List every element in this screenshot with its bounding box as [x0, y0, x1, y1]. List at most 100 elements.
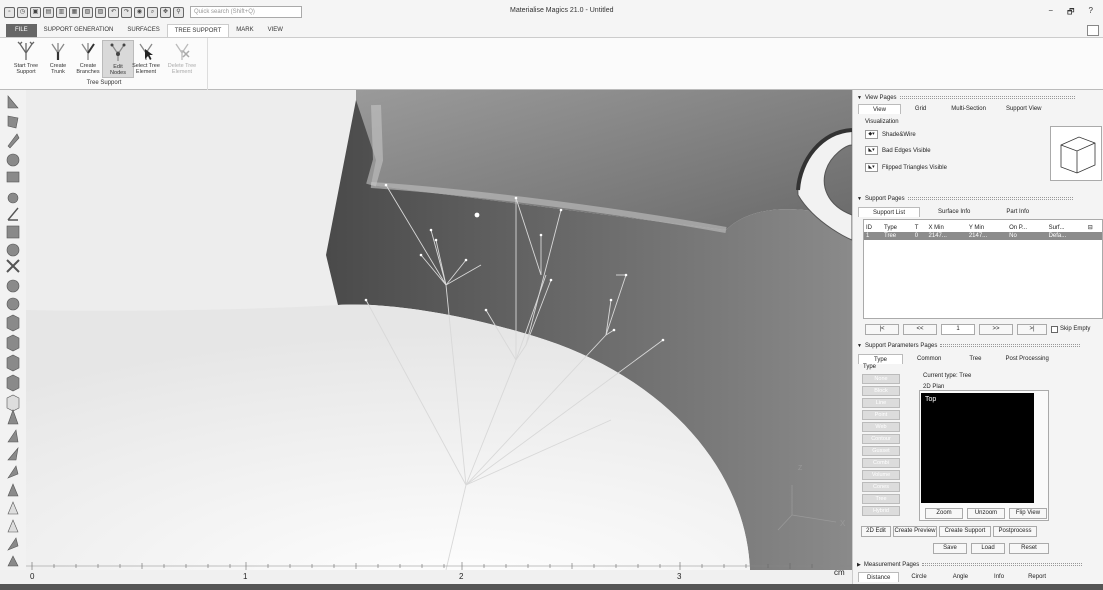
line-support-icon[interactable] [7, 95, 19, 109]
triangle-icon-7[interactable] [7, 519, 19, 533]
tab-angle[interactable]: Angle [939, 572, 982, 582]
tab-distance[interactable]: Distance [858, 572, 900, 582]
flipped-triangles-icon[interactable]: ◣▾ [865, 163, 878, 172]
create-preview-button[interactable]: Create Preview [893, 526, 937, 537]
export-icon[interactable]: ▦ [69, 6, 80, 18]
flip-view-button[interactable]: Flip View [1009, 508, 1047, 519]
platform-icon[interactable]: ▧ [82, 6, 93, 18]
type-cones-button[interactable]: Cones [862, 482, 900, 492]
cube-icon-3[interactable] [6, 354, 20, 372]
type-gusset-button[interactable]: Gusset [862, 446, 900, 456]
web-support-icon[interactable] [6, 153, 20, 167]
type-block-button[interactable]: Block [862, 386, 900, 396]
type-none-button[interactable]: None [862, 374, 900, 384]
type-volume-button[interactable]: Volume [862, 470, 900, 480]
type-hybrid-button[interactable]: Hybrid [862, 506, 900, 516]
view-pages-header[interactable]: ▼ View Pages [857, 93, 1075, 102]
col-ymin[interactable]: Y Min [967, 223, 1007, 232]
type-line-button[interactable]: Line [862, 398, 900, 408]
unzoom-button[interactable]: Unzoom [967, 508, 1005, 519]
col-menu-icon[interactable]: ⊟ [1086, 223, 1102, 232]
last-page-button[interactable]: >| [1017, 324, 1047, 335]
type-contour-button[interactable]: Contour [862, 434, 900, 444]
tab-mark[interactable]: MARK [229, 24, 260, 37]
combi-icon[interactable] [7, 207, 19, 221]
first-page-button[interactable]: |< [865, 324, 899, 335]
shade-wire-row[interactable]: ◆▾ Shade&Wire [865, 130, 916, 139]
help-icon[interactable] [1087, 25, 1099, 36]
type-tree-button[interactable]: Tree [862, 494, 900, 504]
undo-icon[interactable]: ↶ [108, 6, 119, 18]
next-page-button[interactable]: >> [979, 324, 1013, 335]
cube-icon-4[interactable] [6, 374, 20, 392]
tab-common[interactable]: Common [903, 354, 955, 364]
type-web-button[interactable]: Web [862, 422, 900, 432]
select-tree-element-button[interactable]: Select Tree Element [130, 40, 162, 78]
pan-icon[interactable]: ✥ [160, 6, 171, 18]
tab-surface-info[interactable]: Surface Info [920, 207, 988, 217]
postprocess-button[interactable]: Postprocess [993, 526, 1037, 537]
col-xmin[interactable]: X Min [927, 223, 967, 232]
zoom-button[interactable]: Zoom [925, 508, 963, 519]
3d-viewport[interactable]: Z X [26, 90, 852, 570]
view-cube[interactable] [1050, 126, 1102, 181]
minimize-button[interactable]: − [1048, 6, 1053, 20]
save-icon[interactable]: ▣ [30, 6, 41, 18]
prev-page-button[interactable]: << [903, 324, 937, 335]
cone-icon[interactable] [6, 243, 20, 257]
gusset-icon[interactable] [7, 192, 19, 204]
2d-plan-view[interactable]: Top [921, 393, 1034, 503]
tab-view-page[interactable]: View [858, 104, 901, 114]
close-button[interactable]: ? [1089, 6, 1093, 20]
page-number-input[interactable]: 1 [941, 324, 975, 335]
support-params-header[interactable]: ▼ Support Parameters Pages [857, 341, 1081, 350]
bad-edges-row[interactable]: ◣▾ Bad Edges Visible [865, 146, 931, 155]
flipped-triangles-row[interactable]: ◣▾ Flipped Triangles Visible [865, 163, 947, 172]
tab-post-processing[interactable]: Post Processing [995, 354, 1058, 364]
triangle-icon-1[interactable] [7, 409, 19, 425]
cube-icon-1[interactable] [6, 314, 20, 332]
tab-report[interactable]: Report [1016, 572, 1058, 582]
load-button[interactable]: Load [971, 543, 1005, 554]
tab-support-view[interactable]: Support View [997, 104, 1051, 114]
tab-circle[interactable]: Circle [899, 572, 938, 582]
triangle-icon-5[interactable] [7, 483, 19, 497]
tab-view[interactable]: VIEW [261, 24, 290, 37]
tab-multi-section[interactable]: Multi-Section [940, 104, 997, 114]
tab-type[interactable]: Type [858, 354, 904, 364]
col-t[interactable]: T [913, 223, 927, 232]
point-support-icon[interactable] [7, 133, 20, 149]
new-icon[interactable]: ▫ [4, 6, 15, 18]
import-icon[interactable]: ▥ [56, 6, 67, 18]
type-combi-button[interactable]: Combi [862, 458, 900, 468]
quick-search-input[interactable]: Quick search (Shift+Q) [190, 6, 302, 18]
cube-icon-2[interactable] [6, 334, 20, 352]
tab-info[interactable]: Info [982, 572, 1016, 582]
triangle-icon-9[interactable] [7, 555, 19, 567]
tab-grid[interactable]: Grid [901, 104, 940, 114]
col-surf[interactable]: Surf... [1047, 223, 1086, 232]
selected-node[interactable] [474, 212, 480, 218]
options-icon[interactable]: ▨ [95, 6, 106, 18]
open-icon[interactable]: ◷ [17, 6, 28, 18]
volume-icon[interactable] [6, 225, 20, 239]
reset-button[interactable]: Reset [1009, 543, 1049, 554]
support-table[interactable]: ID Type T X Min Y Min On P... Surf... ⊟ … [864, 223, 1102, 240]
hybrid-icon[interactable] [6, 297, 20, 311]
zoom-icon[interactable]: ⌕ [147, 6, 158, 18]
create-support-button[interactable]: Create Support [939, 526, 991, 537]
restore-button[interactable]: 🗗 [1067, 6, 1075, 20]
save-button[interactable]: Save [933, 543, 967, 554]
triangle-icon-6[interactable] [7, 501, 19, 515]
save-as-icon[interactable]: ▤ [43, 6, 54, 18]
tab-support-generation[interactable]: SUPPORT GENERATION [37, 24, 121, 37]
cube-icon-5[interactable] [6, 394, 20, 412]
tab-surfaces[interactable]: SURFACES [120, 24, 166, 37]
bad-edges-icon[interactable]: ◣▾ [865, 146, 878, 155]
tab-support-list[interactable]: Support List [858, 207, 921, 217]
triangle-icon-3[interactable] [7, 446, 19, 461]
redo-icon[interactable]: ↷ [121, 6, 132, 18]
type-point-button[interactable]: Point [862, 410, 900, 420]
triangle-icon-8[interactable] [7, 537, 19, 551]
delete-tree-element-button[interactable]: Delete Tree Element [166, 40, 198, 78]
